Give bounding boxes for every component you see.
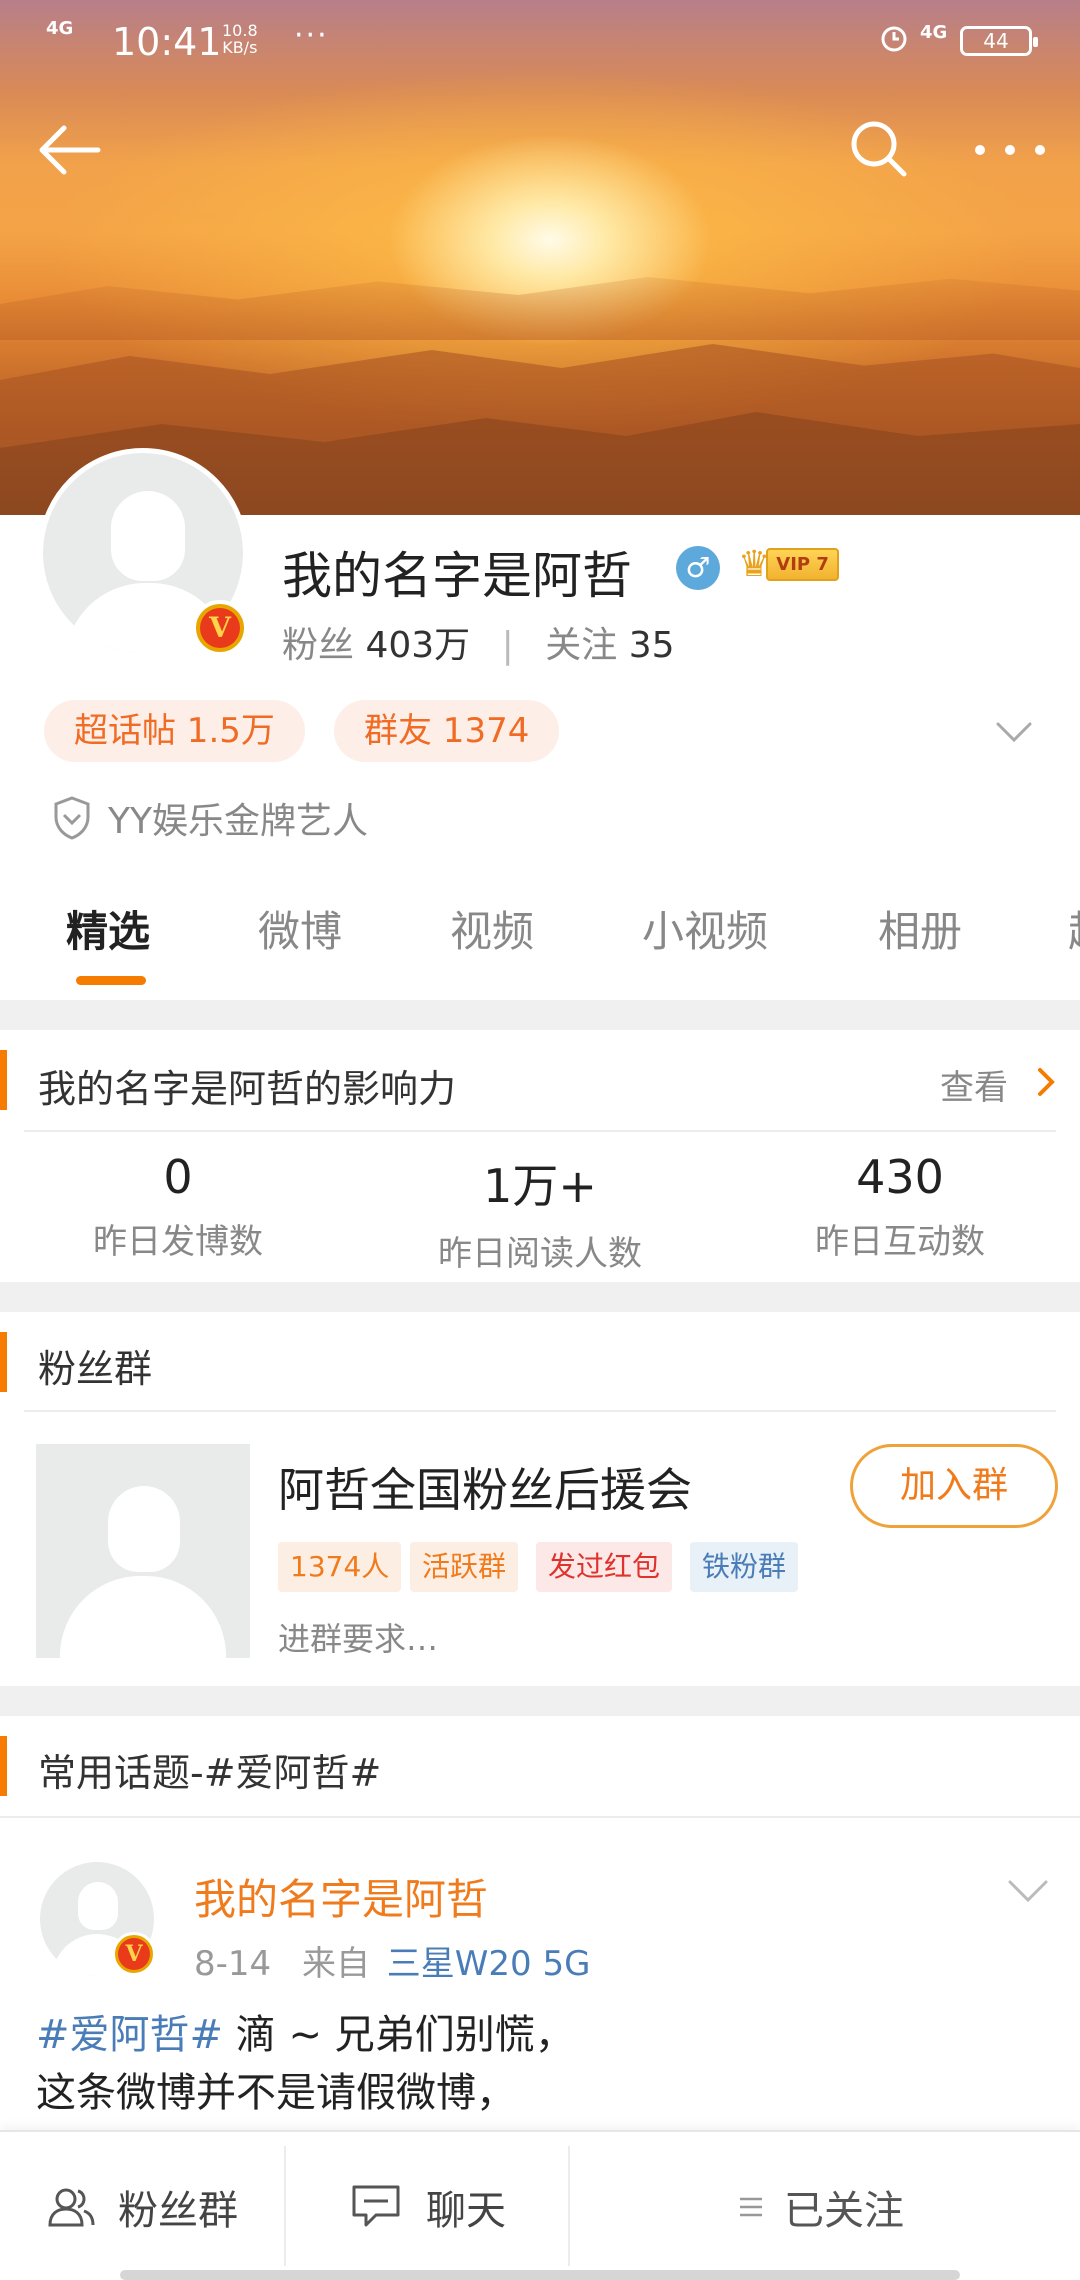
chevron-right-icon[interactable] [1034, 1066, 1058, 1098]
avatar-placeholder-head [111, 491, 185, 581]
group-name[interactable]: 阿哲全国粉丝后援会 [278, 1454, 692, 1520]
section-accent [0, 1050, 7, 1110]
alarm-icon [881, 26, 907, 52]
group-tag-active: 活跃群 [410, 1542, 519, 1592]
group-avatar[interactable] [36, 1444, 250, 1658]
divider [24, 1410, 1056, 1412]
supertopic-chip[interactable]: 超话帖 1.5万 [44, 700, 305, 762]
following-count[interactable]: 35 [629, 625, 675, 666]
group-requirement[interactable]: 进群要求… [278, 1614, 438, 1660]
follow-stats: 粉丝 403万 | 关注 35 [282, 616, 675, 668]
group-members-chip[interactable]: 群友 1374 [334, 700, 560, 762]
post-meta: 8-14 来自 三星W20 5G [194, 1936, 590, 1985]
topic-section-title[interactable]: 常用话题-#爱阿哲# [38, 1742, 381, 1797]
post-author-name[interactable]: 我的名字是阿哲 [194, 1866, 488, 1927]
group-people-icon [48, 2188, 95, 2227]
tab-weibo[interactable]: 微博 [258, 898, 342, 959]
fans-label[interactable]: 粉丝 [282, 625, 354, 666]
chat-button[interactable]: 聊天 [350, 2132, 506, 2280]
section-gap [0, 1000, 1080, 1030]
post-avatar-placeholder-head [78, 1882, 118, 1930]
fan-group-button-label: 粉丝群 [118, 2188, 238, 2234]
menu-lines-icon [740, 2197, 762, 2217]
more-notifications-icon: ··· [294, 18, 329, 53]
metric-value: 0 [163, 1150, 193, 1204]
group-tag-red-packet: 发过红包 [536, 1542, 673, 1592]
back-arrow-icon[interactable] [34, 120, 102, 180]
active-tab-indicator [76, 976, 146, 985]
verified-badge-mark: V [200, 608, 240, 648]
divider [0, 1816, 1080, 1818]
metric-posts-yesterday: 0 昨日发博数 [18, 1150, 338, 1263]
tab-featured[interactable]: 精选 [66, 898, 150, 959]
fan-group-button[interactable]: 粉丝群 [46, 2132, 238, 2280]
chat-button-label: 聊天 [426, 2188, 506, 2234]
group-avatar-placeholder-body [60, 1576, 226, 1658]
metric-interactions-yesterday: 430 昨日互动数 [740, 1150, 1060, 1263]
more-options-icon[interactable] [970, 130, 1050, 170]
network-speed-unit: KB/s [222, 38, 258, 57]
post-content: #爱阿哲# 滴 ~ 兄弟们别慌， 这条微博并不是请假微博， [36, 2006, 575, 2122]
post-source[interactable]: 三星W20 5G [387, 1944, 591, 1984]
home-indicator[interactable] [120, 2270, 960, 2280]
view-link[interactable]: 查看 [940, 1060, 1008, 1109]
metric-label: 昨日发博数 [93, 1222, 263, 1262]
tab-supertopic[interactable]: 超 [1068, 898, 1080, 959]
search-icon[interactable] [848, 118, 908, 178]
male-gender-icon: ♂ [676, 546, 720, 590]
tab-album[interactable]: 相册 [878, 898, 962, 959]
battery-icon: 44 [960, 26, 1038, 56]
tab-videos[interactable]: 视频 [450, 898, 534, 959]
vip-level: VIP 7 [766, 547, 839, 581]
certification: YY娱乐金牌艺人 [52, 792, 368, 844]
network-speed: 10.8 KB/s [222, 22, 258, 56]
certification-text: YY娱乐金牌艺人 [108, 801, 368, 842]
section-accent [0, 1332, 7, 1392]
verified-badge-icon: V [112, 1932, 156, 1976]
fan-group-title: 粉丝群 [38, 1347, 153, 1391]
chat-bubble-icon [352, 2185, 400, 2227]
post-text-line1: 滴 ~ 兄弟们别慌， [223, 2012, 575, 2058]
group-tag-members: 1374人 [278, 1542, 402, 1592]
metric-label: 昨日互动数 [815, 1222, 985, 1262]
tab-short-videos[interactable]: 小视频 [642, 898, 768, 959]
banner-mountain-ridge [0, 277, 1080, 340]
bottom-bar-separator [568, 2146, 570, 2266]
metric-label: 昨日阅读人数 [438, 1234, 642, 1274]
profile-tabs: 精选 微博 视频 小视频 相册 超 [0, 898, 1080, 994]
network-indicator-right: 4G [920, 22, 948, 43]
post-date: 8-14 [194, 1944, 272, 1984]
section-accent [0, 1736, 7, 1796]
expand-chevron-down-icon[interactable] [992, 710, 1036, 754]
network-indicator: 4G [46, 18, 74, 39]
divider [24, 1130, 1056, 1132]
section-gap [0, 1686, 1080, 1716]
status-bar: 4G 10:41 10.8 KB/s ··· 4G 44 [0, 0, 1080, 80]
post-text-line2: 这条微博并不是请假微博， [36, 2070, 516, 2116]
verified-badge-icon: V [192, 600, 248, 656]
status-time: 10:41 [112, 20, 222, 64]
metric-value: 430 [856, 1150, 944, 1204]
shield-icon [54, 796, 90, 840]
bottom-bar-separator [284, 2146, 286, 2266]
post-from-label: 来自 [301, 1944, 370, 1984]
fans-count[interactable]: 403万 [365, 625, 470, 666]
followed-button[interactable]: 已关注 [738, 2132, 904, 2280]
section-gap [0, 1282, 1080, 1312]
metric-value: 1万+ [483, 1159, 597, 1213]
post-topic-link[interactable]: #爱阿哲# [36, 2012, 223, 2058]
followed-button-label: 已关注 [784, 2188, 904, 2234]
group-avatar-placeholder-head [108, 1486, 180, 1572]
profile-name: 我的名字是阿哲 [282, 547, 632, 605]
vip-badge[interactable]: ♛ VIP 7 [738, 542, 839, 586]
join-group-button[interactable]: 加入群 [850, 1444, 1058, 1528]
following-label[interactable]: 关注 [545, 625, 617, 666]
verified-badge-mark: V [118, 1938, 150, 1970]
bottom-action-bar: 粉丝群 聊天 已关注 [0, 2130, 1080, 2280]
influence-title: 我的名字是阿哲的影响力 [38, 1067, 457, 1111]
metric-readers-yesterday: 1万+ 昨日阅读人数 [380, 1150, 700, 1275]
group-tag-loyal-fans: 铁粉群 [690, 1542, 799, 1592]
post-options-chevron-down-icon[interactable] [1004, 1872, 1052, 1912]
stats-separator: | [501, 625, 514, 666]
